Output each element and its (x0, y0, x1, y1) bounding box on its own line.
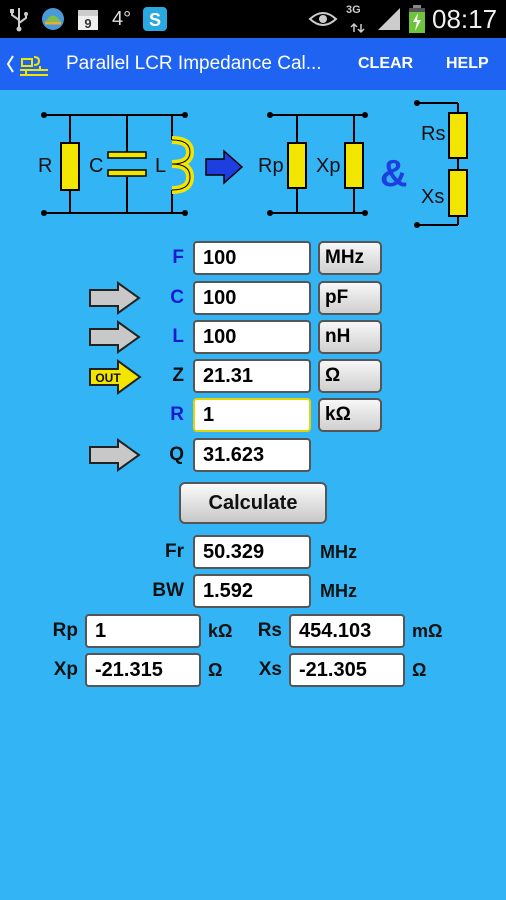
help-button[interactable]: HELP (446, 38, 489, 90)
xs-output[interactable]: -21.305 (289, 653, 405, 687)
conversion-arrow-icon (205, 149, 244, 185)
capacitor-symbol (107, 151, 147, 159)
label-fr: Fr (165, 541, 184, 562)
label-bw: BW (152, 580, 184, 601)
eye-icon (308, 0, 338, 38)
xp-output[interactable]: -21.315 (85, 653, 201, 687)
resistor-rp-symbol (287, 142, 307, 189)
diagram-label-xp: Xp (316, 155, 340, 177)
battery-icon (408, 0, 426, 38)
screen-title: Parallel LCR Impedance Cal... (66, 53, 322, 74)
usb-icon (8, 0, 30, 38)
label-f: F (172, 247, 184, 268)
resistance-input[interactable]: 1 (193, 398, 311, 432)
up-navigation-button[interactable] (4, 48, 56, 85)
label-xs: Xs (258, 659, 282, 680)
data-arrows-icon (348, 0, 368, 38)
impedance-input[interactable]: 21.31 (193, 359, 311, 393)
rp-unit: kΩ (208, 621, 233, 641)
reactance-xs-symbol (448, 169, 468, 217)
q-factor-arrow-button[interactable] (88, 438, 142, 472)
diagram-label-r: R (38, 155, 52, 177)
capacitance-unit-button[interactable]: pF (318, 281, 382, 315)
impedance-unit-button[interactable]: Ω (318, 359, 382, 393)
inductance-input[interactable]: 100 (193, 320, 311, 354)
label-rs: Rs (257, 620, 282, 641)
diagram-label-xs: Xs (421, 186, 444, 208)
label-l: L (172, 326, 184, 347)
resistance-unit-button[interactable]: kΩ (318, 398, 382, 432)
clear-button[interactable]: CLEAR (358, 38, 413, 90)
xp-unit: Ω (208, 660, 223, 680)
label-q: Q (169, 444, 184, 465)
label-rp: Rp (52, 620, 78, 641)
frequency-unit-button[interactable]: MHz (318, 241, 382, 275)
rs-output[interactable]: 454.103 (289, 614, 405, 648)
circuit-diagram: R C L Rp Xp Rs Xs & (38, 100, 468, 228)
app-logo-icon (6, 55, 48, 76)
label-c: C (170, 287, 184, 308)
clock: 08:17 (432, 3, 498, 34)
resistor-rs-symbol (448, 112, 468, 159)
bandwidth-output[interactable]: 1.592 (193, 574, 311, 608)
calendar-icon: 9 (76, 0, 100, 38)
out-badge-text: OUT (95, 371, 121, 385)
capacitance-arrow-button[interactable] (88, 281, 142, 315)
signal-icon (376, 0, 402, 38)
inductance-arrow-button[interactable] (88, 320, 142, 354)
ampersand-symbol: & (380, 153, 407, 195)
calculate-button[interactable]: Calculate (179, 482, 327, 524)
skype-icon: S (142, 0, 168, 38)
reactance-xp-symbol (344, 142, 364, 189)
svg-text:S: S (149, 10, 161, 30)
xs-unit: Ω (412, 660, 427, 680)
capacitance-input[interactable]: 100 (193, 281, 311, 315)
impedance-out-indicator[interactable]: OUT (88, 359, 142, 395)
diagram-label-rp: Rp (258, 155, 284, 177)
resonant-frequency-output[interactable]: 50.329 (193, 535, 311, 569)
rs-unit: mΩ (412, 621, 443, 641)
rp-output[interactable]: 1 (85, 614, 201, 648)
diagram-label-rs: Rs (421, 123, 445, 145)
inductance-unit-button[interactable]: nH (318, 320, 382, 354)
label-r: R (170, 404, 184, 425)
resistor-r-symbol (60, 142, 80, 191)
frequency-input[interactable]: 100 (193, 241, 311, 275)
calendar-day: 9 (84, 16, 91, 31)
q-factor-input[interactable]: 31.623 (193, 438, 311, 472)
label-z: Z (172, 365, 184, 386)
diagram-label-c: C (89, 155, 103, 177)
bw-unit: MHz (320, 581, 357, 601)
label-xp: Xp (53, 659, 78, 680)
fr-unit: MHz (320, 542, 357, 562)
status-bar: 9 4° S 3G 08:17 (0, 0, 506, 38)
app-notification-icon (40, 0, 66, 38)
temperature-text: 4° (112, 7, 132, 30)
diagram-label-l: L (155, 155, 166, 177)
action-bar: Parallel LCR Impedance Cal... CLEAR HELP (0, 38, 506, 90)
